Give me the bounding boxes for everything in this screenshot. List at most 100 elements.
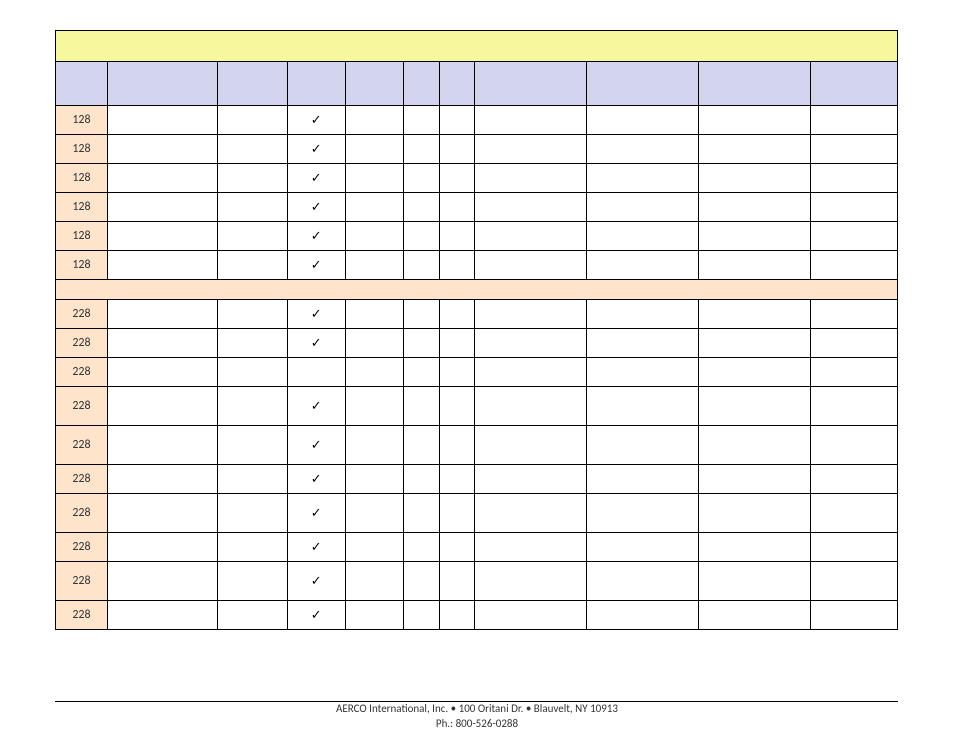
row-id-cell: 128 (56, 251, 108, 280)
empty-cell (475, 135, 587, 164)
empty-cell (439, 329, 475, 358)
table-row: 228 ✓ (56, 426, 898, 465)
empty-cell (107, 465, 217, 494)
empty-cell (475, 533, 587, 562)
empty-cell (811, 222, 898, 251)
table-row: 128✓ (56, 222, 898, 251)
empty-cell (217, 106, 287, 135)
table-row: 228✓ (56, 329, 898, 358)
table-row: 228 ✓ (56, 300, 898, 329)
empty-cell (217, 358, 287, 387)
empty-cell (699, 164, 811, 193)
empty-cell (217, 387, 287, 426)
check-icon: ✓ (311, 200, 322, 215)
row-id-cell: 228 (56, 601, 108, 630)
empty-cell (699, 465, 811, 494)
check-icon: ✓ (311, 574, 322, 589)
empty-cell (439, 533, 475, 562)
empty-cell (403, 300, 439, 329)
empty-cell (217, 329, 287, 358)
row-id-cell: 228 (56, 300, 108, 329)
empty-cell (439, 494, 475, 533)
table-row: 228✓ (56, 533, 898, 562)
empty-cell (587, 358, 699, 387)
table-row: 228✓ (56, 465, 898, 494)
empty-cell (345, 387, 403, 426)
check-icon: ✓ (311, 506, 322, 521)
empty-cell (587, 387, 699, 426)
row-id-cell: 228 (56, 387, 108, 426)
empty-cell (811, 251, 898, 280)
table-row: 128✓ (56, 164, 898, 193)
empty-cell (475, 426, 587, 465)
empty-cell (811, 135, 898, 164)
check-cell: ✓ (287, 193, 345, 222)
empty-cell (587, 164, 699, 193)
data-table: 128✓128✓128✓128✓128✓128✓ 228✓228✓228228✓… (55, 30, 898, 630)
check-icon: ✓ (311, 540, 322, 555)
check-icon: ✓ (311, 438, 322, 453)
check-cell: ✓ (287, 135, 345, 164)
check-cell: ✓ (287, 329, 345, 358)
empty-cell (811, 106, 898, 135)
check-cell: ✓ (287, 164, 345, 193)
empty-cell (587, 329, 699, 358)
empty-cell (699, 300, 811, 329)
table-row: 228 (56, 358, 898, 387)
empty-cell (217, 193, 287, 222)
empty-cell (217, 426, 287, 465)
empty-cell (107, 106, 217, 135)
empty-cell (345, 465, 403, 494)
empty-cell (217, 494, 287, 533)
empty-cell (699, 533, 811, 562)
check-cell: ✓ (287, 387, 345, 426)
empty-cell (439, 426, 475, 465)
check-icon: ✓ (311, 472, 322, 487)
check-icon: ✓ (311, 258, 322, 273)
empty-cell (699, 193, 811, 222)
check-cell: ✓ (287, 465, 345, 494)
empty-cell (587, 533, 699, 562)
row-id-cell: 228 (56, 358, 108, 387)
check-icon: ✓ (311, 608, 322, 623)
footer-address: AERCO International, Inc. • 100 Oritani … (0, 702, 954, 717)
empty-cell (587, 222, 699, 251)
empty-cell (403, 358, 439, 387)
empty-cell (439, 106, 475, 135)
empty-cell (345, 251, 403, 280)
check-cell: ✓ (287, 251, 345, 280)
empty-cell (217, 300, 287, 329)
empty-cell (107, 329, 217, 358)
row-id-cell: 128 (56, 106, 108, 135)
empty-cell (217, 601, 287, 630)
empty-cell (439, 222, 475, 251)
table-row: 128✓ (56, 193, 898, 222)
empty-cell (107, 601, 217, 630)
empty-cell (403, 494, 439, 533)
check-cell: ✓ (287, 300, 345, 329)
empty-cell (811, 387, 898, 426)
empty-cell (439, 135, 475, 164)
empty-cell (811, 193, 898, 222)
empty-cell (587, 601, 699, 630)
empty-cell (345, 426, 403, 465)
check-cell: ✓ (287, 601, 345, 630)
empty-cell (699, 135, 811, 164)
check-icon: ✓ (311, 307, 322, 322)
empty-cell (439, 562, 475, 601)
empty-cell (587, 300, 699, 329)
empty-cell (699, 329, 811, 358)
empty-cell (403, 387, 439, 426)
check-cell: ✓ (287, 222, 345, 251)
title-row (56, 31, 898, 62)
empty-cell (811, 533, 898, 562)
row-id-cell: 228 (56, 426, 108, 465)
empty-cell (217, 222, 287, 251)
empty-cell (403, 222, 439, 251)
row-id-cell: 228 (56, 562, 108, 601)
empty-cell (107, 494, 217, 533)
empty-cell (699, 106, 811, 135)
empty-cell (345, 222, 403, 251)
table-row: 128✓ (56, 106, 898, 135)
empty-cell (403, 251, 439, 280)
